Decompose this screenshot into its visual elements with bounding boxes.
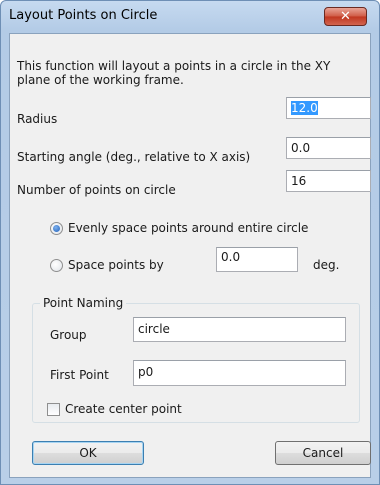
title-bar[interactable]: Layout Points on Circle ✕	[1, 1, 379, 31]
description-text: This function will layout a points in a …	[17, 59, 331, 87]
window-title: Layout Points on Circle	[9, 8, 158, 23]
radius-value: 12.0	[291, 101, 318, 115]
starting-angle-input[interactable]: 0.0	[286, 137, 371, 159]
num-points-input[interactable]: 16	[286, 170, 371, 192]
ok-button[interactable]: OK	[32, 441, 144, 465]
even-spacing-label[interactable]: Evenly space points around entire circle	[68, 221, 308, 235]
cancel-button[interactable]: Cancel	[275, 441, 371, 465]
group-label: Group	[50, 328, 87, 342]
group-input[interactable]: circle	[133, 317, 346, 342]
first-point-label: First Point	[50, 368, 109, 382]
space-by-unit: deg.	[313, 258, 340, 272]
close-icon: ✕	[340, 9, 351, 24]
space-by-input[interactable]: 0.0	[216, 247, 298, 272]
starting-angle-label: Starting angle (deg., relative to X axis…	[17, 150, 251, 164]
point-naming-title: Point Naming	[40, 296, 127, 310]
radius-label: Radius	[17, 112, 58, 126]
num-points-label: Number of points on circle	[17, 183, 176, 197]
create-center-label[interactable]: Create center point	[65, 402, 182, 416]
space-by-radio[interactable]	[50, 259, 63, 272]
first-point-input[interactable]: p0	[133, 360, 346, 386]
space-by-label[interactable]: Space points by	[68, 258, 164, 272]
create-center-checkbox[interactable]	[47, 403, 60, 416]
close-button[interactable]: ✕	[324, 7, 367, 26]
even-spacing-radio[interactable]	[50, 222, 63, 235]
radius-input[interactable]: 12.0	[286, 97, 371, 119]
